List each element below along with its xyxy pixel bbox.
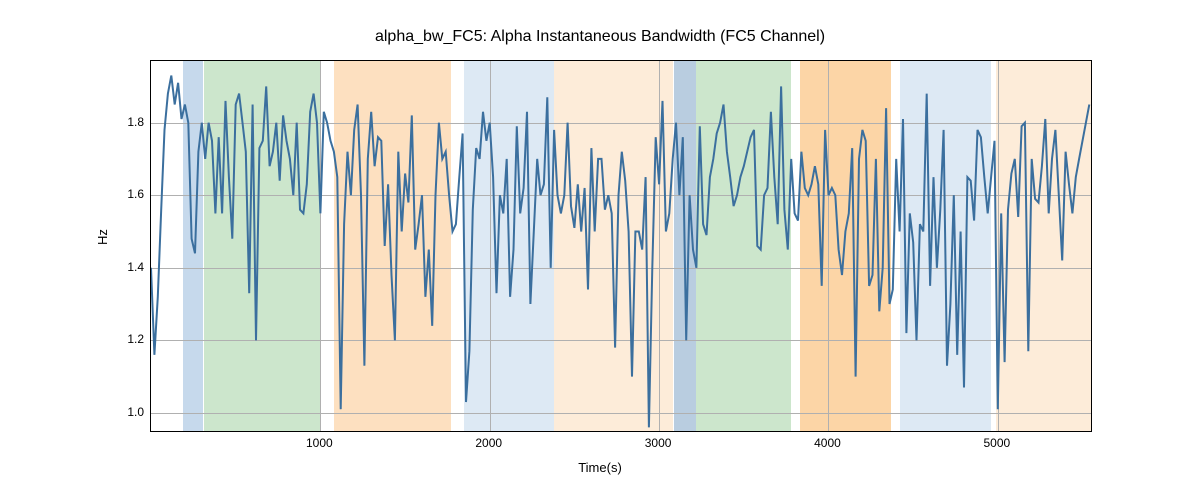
x-tick-label: 2000 <box>475 436 502 450</box>
data-line <box>151 76 1089 428</box>
y-tick-label: 1.8 <box>104 115 144 129</box>
chart-title: alpha_bw_FC5: Alpha Instantaneous Bandwi… <box>0 28 1200 46</box>
y-tick-label: 1.6 <box>104 187 144 201</box>
y-tick-label: 1.2 <box>104 332 144 346</box>
y-axis-label: Hz <box>95 229 110 245</box>
x-tick-label: 3000 <box>645 436 672 450</box>
y-tick-label: 1.4 <box>104 260 144 274</box>
line-series <box>151 61 1091 431</box>
plot-area <box>150 60 1092 432</box>
x-tick-label: 5000 <box>983 436 1010 450</box>
x-axis-label: Time(s) <box>0 460 1200 475</box>
x-tick-label: 1000 <box>306 436 333 450</box>
y-tick-label: 1.0 <box>104 405 144 419</box>
x-tick-label: 4000 <box>814 436 841 450</box>
